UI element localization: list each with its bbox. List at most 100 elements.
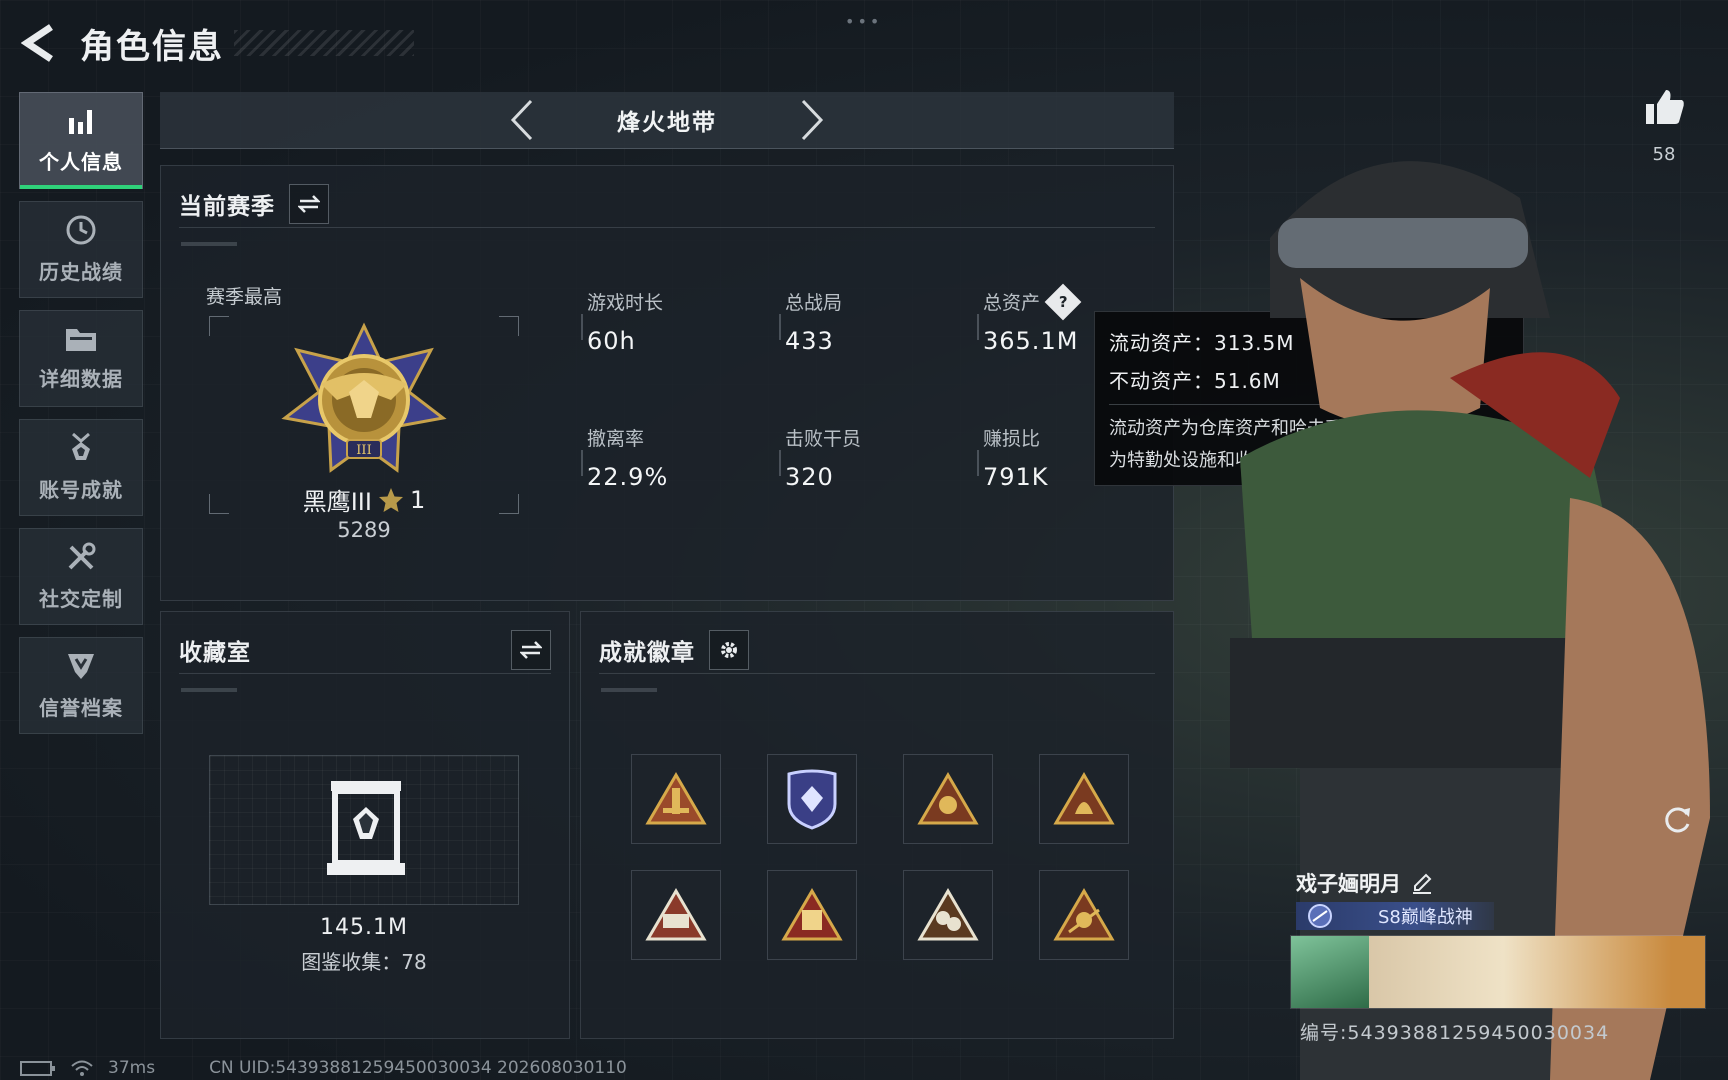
s8-badge-icon: [781, 888, 843, 941]
player-name: 戏子婳明月: [1296, 872, 1401, 896]
stat-label: 赚损比: [983, 428, 1041, 450]
back-button[interactable]: [20, 21, 60, 65]
battery-icon: [20, 1061, 55, 1076]
collection-title: 收藏室: [179, 639, 251, 666]
swap-icon: [520, 640, 542, 659]
season-title: 当前赛季: [179, 193, 275, 220]
page-title: 角色信息: [80, 26, 224, 67]
sidebar-item-label: 社交定制: [39, 587, 123, 611]
decoration-mark: [181, 242, 237, 246]
back-arrow-icon: [21, 24, 53, 62]
bar-chart-icon: [69, 110, 92, 134]
sidebar-item-details[interactable]: 详细数据: [19, 310, 143, 407]
chevron-right-icon: [801, 99, 824, 141]
stat-total-matches: 总战局 433: [778, 288, 843, 355]
achievement-badge[interactable]: [903, 870, 993, 960]
mode-title: 烽火地带: [617, 110, 717, 136]
player-uid: 编号:543938812594500300​34: [1300, 1022, 1610, 1044]
achievement-badge[interactable]: [767, 754, 857, 844]
player-name-row: 戏子婳明月: [1296, 868, 1433, 898]
stat-label: 撤离率: [587, 428, 645, 450]
tools-icon: [68, 542, 96, 570]
achievements-panel: 成就徽章: [580, 611, 1174, 1039]
mode-prev-button[interactable]: [497, 95, 547, 145]
sidebar-item-personal-info[interactable]: 个人信息: [19, 92, 143, 189]
cluster-badge-icon: [917, 888, 979, 941]
achievement-badge[interactable]: [903, 754, 993, 844]
sidebar-item-social[interactable]: 社交定制: [19, 528, 143, 625]
stat-profit-loss-ratio: 赚损比 791K: [977, 424, 1049, 491]
avatar: [1291, 936, 1369, 1008]
star-icon: [378, 487, 403, 512]
mode-selector: 烽火地带: [160, 92, 1174, 149]
achievements-panel-header: 成就徽章: [599, 626, 1155, 674]
player-title-text: S8巅峰战神: [1378, 907, 1473, 928]
vault-icon: [327, 781, 405, 875]
help-icon[interactable]: ?: [1044, 283, 1082, 320]
stat-total-assets: 总资产 ? 365.1M: [976, 283, 1082, 355]
stat-value: 365.1M: [983, 327, 1079, 355]
gear-icon: [721, 641, 737, 658]
wifi-icon: [71, 1060, 93, 1076]
stat-value: 433: [785, 327, 834, 355]
triangle-badge-icon: [1053, 772, 1115, 825]
sidebar-item-label: 个人信息: [39, 150, 123, 174]
sidebar-item-credit[interactable]: 信誉档案: [19, 637, 143, 734]
season-best-label: 赛季最高: [206, 286, 283, 308]
s8-badge-icon: [645, 888, 707, 941]
player-card[interactable]: [1290, 935, 1706, 1009]
sidebar-item-achievements[interactable]: 账号成就: [19, 419, 143, 516]
achievements-settings-button[interactable]: [709, 629, 749, 670]
svg-text:III: III: [356, 443, 371, 458]
achievement-badge[interactable]: [767, 870, 857, 960]
shield-credit-icon: [68, 654, 94, 679]
sidebar-item-label: 信誉档案: [39, 696, 123, 720]
collection-value: 145.1M: [320, 915, 408, 940]
sidebar-item-label: 详细数据: [39, 367, 123, 391]
folder-icon: [66, 329, 96, 351]
stat-value: 60h: [587, 327, 636, 355]
triangle-badge-icon: [917, 772, 979, 825]
collection-panel: 收藏室 145.1M 图鉴收集：78: [160, 611, 570, 1039]
achievement-badge[interactable]: [1039, 870, 1129, 960]
stat-play-time: 游戏时长 60h: [580, 288, 663, 355]
rank-score: 5289: [337, 518, 391, 542]
stat-operators-defeated: 击败干员 320: [778, 424, 862, 491]
player-title-banner[interactable]: S8巅峰战神: [1296, 902, 1494, 930]
chevron-left-icon: [510, 99, 533, 141]
season-panel-header: 当前赛季: [179, 180, 1155, 228]
achievement-badge[interactable]: [631, 754, 721, 844]
rank-stars: 1: [409, 485, 426, 514]
triangle-badge-icon: [1053, 888, 1115, 941]
like-button[interactable]: [1644, 86, 1686, 132]
rotate-icon: [1665, 807, 1690, 833]
rank-name: 黑鹰III: [302, 488, 372, 516]
sidebar-item-history[interactable]: 历史战绩: [19, 201, 143, 298]
triangle-badge-icon: [645, 772, 707, 825]
season-switch-button[interactable]: [289, 183, 329, 224]
status-footer: 37ms CN UID:543938812594500300​34 202608…: [20, 1058, 627, 1078]
stat-label-row: 总资产 ?: [983, 283, 1082, 320]
shield-badge-icon: [787, 769, 837, 830]
stat-extract-rate: 撤离率 22.9%: [580, 424, 668, 491]
medal-icon: [72, 432, 90, 460]
black-hawk-rank-emblem: III: [281, 322, 447, 473]
stat-value: 791K: [983, 463, 1049, 491]
achievement-badge[interactable]: [1039, 754, 1129, 844]
history-clock-icon: [66, 215, 96, 245]
stat-value: 320: [785, 463, 834, 491]
title-decoration: [234, 30, 414, 56]
decoration-mark: [601, 688, 657, 692]
rotate-character-button[interactable]: [1660, 802, 1694, 840]
collection-switch-button[interactable]: [511, 629, 551, 670]
collection-display[interactable]: [209, 755, 519, 905]
stat-label: 击败干员: [785, 428, 862, 450]
mode-next-button[interactable]: [787, 95, 837, 145]
season-panel: 当前赛季 赛季最高 III 黑鹰III 1 5289 游戏时长 60h 总战局 …: [160, 165, 1174, 601]
stat-label: 总战局: [785, 292, 843, 314]
title-emblem-icon: [1308, 904, 1332, 928]
edit-pencil-icon[interactable]: [1411, 872, 1433, 894]
swap-icon: [298, 194, 320, 213]
achievements-title: 成就徽章: [599, 639, 695, 666]
achievement-badge[interactable]: [631, 870, 721, 960]
